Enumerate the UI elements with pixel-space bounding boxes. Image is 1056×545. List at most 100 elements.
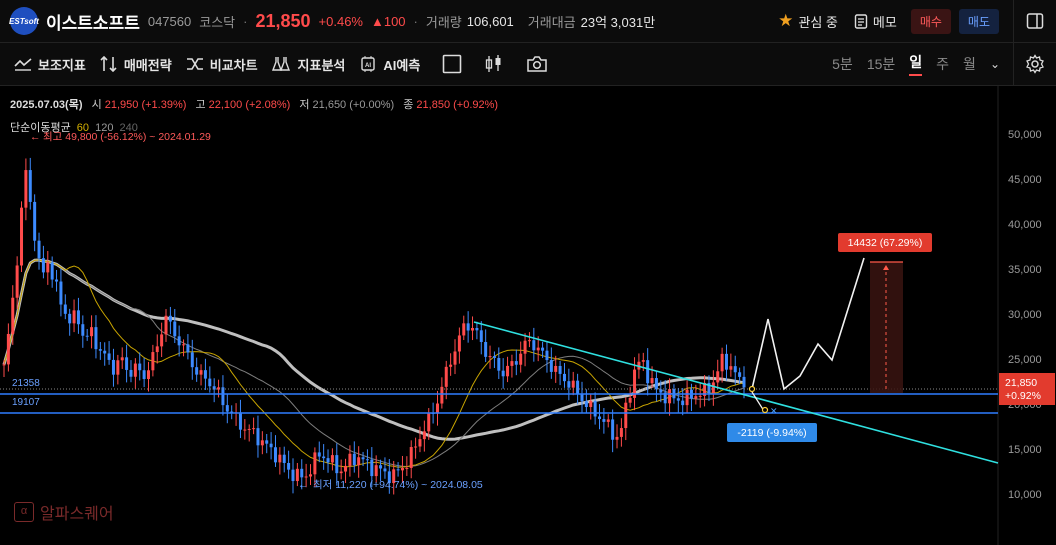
amount-label: 거래대금 <box>527 14 576 30</box>
candle-body <box>668 389 672 404</box>
candle-body <box>348 453 352 466</box>
candle-body <box>6 333 10 365</box>
memo-button[interactable]: 메모 <box>854 12 897 31</box>
ai-predict-button[interactable]: AI AI예측 <box>359 55 420 74</box>
drop-point[interactable] <box>761 406 769 414</box>
candle-body <box>116 360 120 375</box>
ma120-path <box>3 259 745 468</box>
candle-body <box>352 453 356 466</box>
period-more-chevron-icon[interactable]: ⌄ <box>990 57 1000 71</box>
period-week[interactable]: 주 <box>936 54 949 74</box>
candle-body <box>641 360 645 362</box>
indicators-button[interactable]: 보조지표 <box>14 55 86 74</box>
candle-body <box>427 412 431 432</box>
candle-body <box>282 454 286 463</box>
sell-button[interactable]: 매도 <box>958 8 999 34</box>
draw-box-button[interactable] <box>442 54 468 74</box>
candle-body <box>562 373 566 382</box>
candle-body <box>309 474 313 477</box>
candles <box>2 157 746 495</box>
candle-body <box>2 364 6 366</box>
low-arrow-icon: ← <box>298 479 309 491</box>
period-selector: 5분 15분 일 주 월 ⌄ <box>818 43 1000 85</box>
buy-button[interactable]: 매수 <box>910 8 951 34</box>
candle-body <box>90 327 94 337</box>
candle-body <box>370 459 374 477</box>
strategy-label: 매매전략 <box>123 57 172 73</box>
candle-body <box>602 419 606 422</box>
compare-button[interactable]: 비교차트 <box>186 55 258 74</box>
candle-body <box>523 340 527 354</box>
open-label: 시 <box>91 99 102 111</box>
panel-toggle-button[interactable] <box>1013 0 1056 42</box>
candle-body <box>435 403 439 414</box>
candle-body <box>724 353 728 370</box>
strategy-icon <box>100 56 117 72</box>
analysis-label: 지표분석 <box>297 57 346 73</box>
candle-body <box>125 357 129 370</box>
candle-body <box>698 395 702 397</box>
candle-body <box>173 321 177 337</box>
indicators-label: 보조지표 <box>38 57 86 73</box>
screenshot-button[interactable] <box>526 55 554 73</box>
candle-body <box>76 310 80 325</box>
candle-body <box>146 370 150 379</box>
candle-body <box>619 428 623 437</box>
period-15min[interactable]: 15분 <box>867 54 895 74</box>
candle-body <box>304 476 308 478</box>
candle-body <box>650 378 654 384</box>
candle-body <box>733 366 737 373</box>
candle-body <box>273 447 277 463</box>
candle-body <box>164 315 168 335</box>
candle-body <box>405 467 409 469</box>
price-chart[interactable]: 50,00045,00040,00035,00030,00025,00020,0… <box>0 86 1056 545</box>
candle-body <box>168 315 172 322</box>
candle-body <box>422 431 426 440</box>
candle-body <box>330 455 334 463</box>
candle-body <box>33 201 37 241</box>
candle-body <box>571 380 575 388</box>
candle-body <box>41 258 45 273</box>
candle-body <box>506 365 510 377</box>
candle-body <box>287 462 291 470</box>
candle-body <box>475 327 479 331</box>
candle-body <box>497 358 501 371</box>
candle-body <box>589 400 593 408</box>
settings-button[interactable] <box>1013 43 1056 85</box>
candle-body <box>111 359 115 375</box>
ma-label: 단순이동평균 <box>10 122 71 134</box>
camera-icon <box>527 56 548 72</box>
ma60-line <box>3 259 745 468</box>
period-5min[interactable]: 5분 <box>832 54 853 74</box>
anchor-point[interactable] <box>748 385 756 393</box>
candle-body <box>615 436 619 440</box>
candle-body <box>742 376 746 388</box>
candle-body <box>50 262 54 280</box>
analysis-button[interactable]: 지표분석 <box>271 55 346 74</box>
candle-body <box>151 352 155 371</box>
ai-predict-label: AI예측 <box>383 57 421 73</box>
watch-button[interactable]: ★ 관심 중 <box>778 11 838 31</box>
close-x-icon[interactable]: ✕ <box>770 406 778 416</box>
candle-body <box>628 397 632 403</box>
y-tick-label: 40,000 <box>1008 219 1042 231</box>
candle-body <box>379 465 383 469</box>
candle-body <box>414 446 418 448</box>
candle-type-button[interactable] <box>484 54 510 74</box>
gear-icon <box>1026 54 1044 74</box>
candle-body <box>339 471 343 474</box>
strategy-button[interactable]: 매매전략 <box>100 55 172 74</box>
candle-body <box>177 336 181 346</box>
candle-body <box>593 400 597 417</box>
period-month[interactable]: 월 <box>963 54 976 74</box>
candle-body <box>357 457 361 466</box>
candle-body <box>444 366 448 387</box>
memo-label: 메모 <box>872 14 897 30</box>
close-value: 21,850 (+0.92%) <box>416 99 499 111</box>
separator-dot: · <box>413 13 418 29</box>
candle-body <box>195 367 199 375</box>
period-day[interactable]: 일 <box>909 52 923 76</box>
candle-body <box>225 405 229 412</box>
candle-body <box>694 396 698 399</box>
ma-legend: 단순이동평균 60 120 240 <box>10 119 138 135</box>
